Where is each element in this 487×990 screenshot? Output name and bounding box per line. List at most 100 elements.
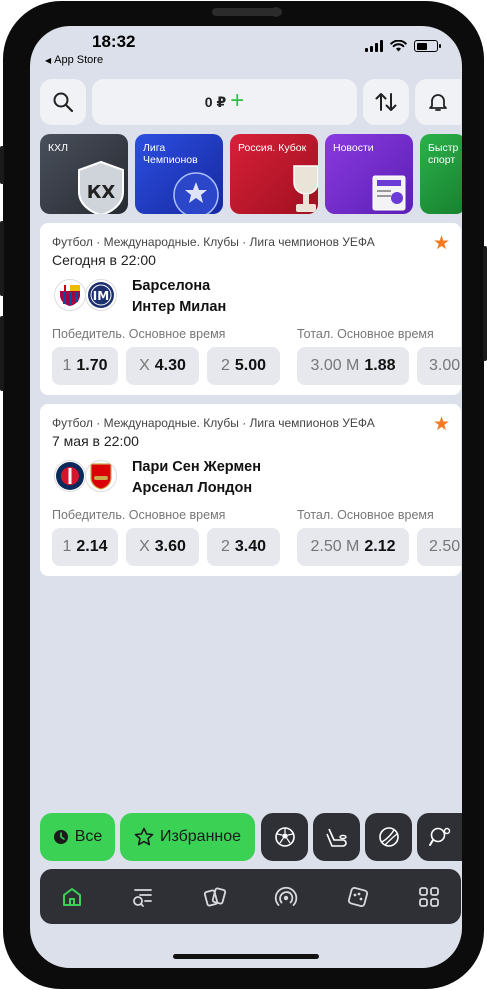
odd-button[interactable]: 2 5.00	[207, 347, 280, 385]
odd-label: 3.00	[429, 357, 461, 374]
odd-label: 2	[220, 357, 230, 374]
nav-more[interactable]	[416, 884, 442, 910]
dice-icon	[347, 886, 369, 908]
odd-label: X	[139, 357, 150, 374]
app-screen: 18:32 ◀ App Store 0 ₽ + КХЛ КХ Лига Чемп…	[30, 26, 462, 968]
odd-label: 2.50 М	[310, 538, 360, 555]
hockey-icon	[325, 828, 347, 847]
match-card[interactable]: Футбол · Международные. Клубы · Лига чем…	[40, 404, 461, 576]
odd-button[interactable]: 1 1.70	[52, 347, 118, 385]
ucl-ball-icon	[173, 172, 219, 214]
notifications-button[interactable]	[415, 79, 461, 125]
psg-logo-icon	[54, 460, 86, 492]
category-russia-cup[interactable]: Россия. Кубок	[230, 134, 318, 214]
category-quick-sport[interactable]: Быстр спорт	[420, 134, 462, 214]
bell-icon	[429, 94, 447, 111]
market-winner-label: Победитель. Основное время	[52, 508, 226, 522]
filter-favorites-label: Избранное	[159, 828, 242, 845]
svg-text:КХ: КХ	[87, 182, 116, 203]
odd-button[interactable]: 2.50 М 2.12	[297, 528, 409, 566]
odd-label: X	[139, 538, 150, 555]
team2-name: Интер Милан	[132, 299, 227, 315]
wifi-icon	[390, 40, 407, 52]
home-icon	[63, 888, 81, 906]
match-date: Сегодня в 22:00	[52, 252, 156, 268]
odd-button[interactable]: X 4.30	[126, 347, 199, 385]
arsenal-logo-icon	[85, 460, 117, 492]
category-label: Быстр спорт	[428, 142, 459, 166]
odd-label: 1	[62, 357, 72, 374]
filter-table-tennis-button[interactable]	[417, 813, 462, 861]
nav-search[interactable]	[130, 884, 156, 910]
star-outline-icon	[134, 827, 154, 846]
filter-favorites-button[interactable]: Избранное	[120, 813, 255, 861]
filter-tennis-button[interactable]	[365, 813, 412, 861]
category-label: Россия. Кубок	[238, 142, 307, 154]
nav-casino[interactable]	[345, 884, 371, 910]
category-label: КХЛ	[48, 142, 69, 154]
odd-value: 4.30	[154, 357, 186, 374]
odd-value: 5.00	[234, 357, 267, 374]
battery-icon	[414, 40, 441, 52]
odd-button[interactable]: 2 3.40	[207, 528, 280, 566]
category-news[interactable]: Новости	[325, 134, 413, 214]
category-champions-league[interactable]: Лига Чемпионов	[135, 134, 223, 214]
favorite-star-icon[interactable]: ★	[433, 415, 450, 434]
sort-button[interactable]	[363, 79, 409, 125]
balance-amount: 0 ₽	[204, 93, 227, 110]
barcelona-logo-icon	[54, 279, 86, 311]
search-button[interactable]	[40, 79, 86, 125]
status-indicators	[365, 40, 441, 52]
team2-name: Арсенал Лондон	[132, 480, 253, 496]
tennis-icon	[378, 827, 399, 847]
filter-all-button[interactable]: Все	[40, 813, 115, 861]
match-card[interactable]: Футбол · Международные. Клубы · Лига чем…	[40, 223, 461, 395]
plus-icon: +	[230, 86, 245, 114]
odd-button[interactable]: 1 2.14	[52, 528, 118, 566]
team-logos: IM	[54, 279, 117, 311]
nav-home[interactable]	[59, 884, 85, 910]
odd-button[interactable]: 3.00	[417, 347, 461, 385]
table-tennis-icon	[428, 827, 450, 846]
team1-name: Пари Сен Жермен	[132, 459, 261, 475]
odd-label: 2.50	[429, 538, 461, 555]
match-league: Футбол · Международные. Клубы · Лига чем…	[52, 416, 375, 430]
side-button	[0, 316, 4, 391]
balance-button[interactable]: 0 ₽ +	[92, 79, 357, 125]
filter-football-button[interactable]	[261, 813, 308, 861]
category-khl[interactable]: КХЛ КХ	[40, 134, 128, 214]
back-to-app-link[interactable]: ◀ App Store	[45, 54, 103, 66]
odd-value: 3.40	[234, 538, 267, 555]
tickets-icon	[203, 887, 227, 907]
back-app-label: App Store	[54, 54, 104, 66]
odd-value: 1.70	[76, 357, 108, 374]
market-total-label: Тотал. Основное время	[297, 327, 434, 341]
market-winner-label: Победитель. Основное время	[52, 327, 226, 341]
search-icon	[53, 92, 74, 113]
odd-button[interactable]: 2.50	[417, 528, 461, 566]
live-icon	[274, 886, 298, 906]
odd-button[interactable]: X 3.60	[126, 528, 199, 566]
side-button	[0, 146, 4, 184]
category-label: Новости	[333, 142, 374, 154]
inter-logo-icon: IM	[85, 279, 117, 311]
favorite-star-icon[interactable]: ★	[433, 234, 450, 253]
triangle-left-icon: ◀	[45, 55, 52, 65]
search-list-icon	[133, 889, 152, 907]
odd-button[interactable]: 3.00 М 1.88	[297, 347, 409, 385]
svg-text:IM: IM	[93, 289, 109, 303]
nav-live[interactable]	[273, 884, 299, 910]
status-time: 18:32	[92, 32, 136, 51]
sort-arrows-icon	[375, 93, 397, 111]
football-icon	[274, 827, 295, 847]
nav-coupons[interactable]	[202, 884, 228, 910]
signal-icon	[365, 40, 383, 52]
filter-hockey-button[interactable]	[313, 813, 360, 861]
category-label: Лига Чемпионов	[143, 142, 198, 166]
home-indicator[interactable]	[173, 954, 319, 959]
filter-all-label: Все	[74, 828, 103, 845]
side-button	[483, 246, 487, 361]
match-date: 7 мая в 22:00	[52, 433, 139, 449]
match-league: Футбол · Международные. Клубы · Лига чем…	[52, 235, 375, 249]
odd-label: 3.00 М	[310, 357, 360, 374]
